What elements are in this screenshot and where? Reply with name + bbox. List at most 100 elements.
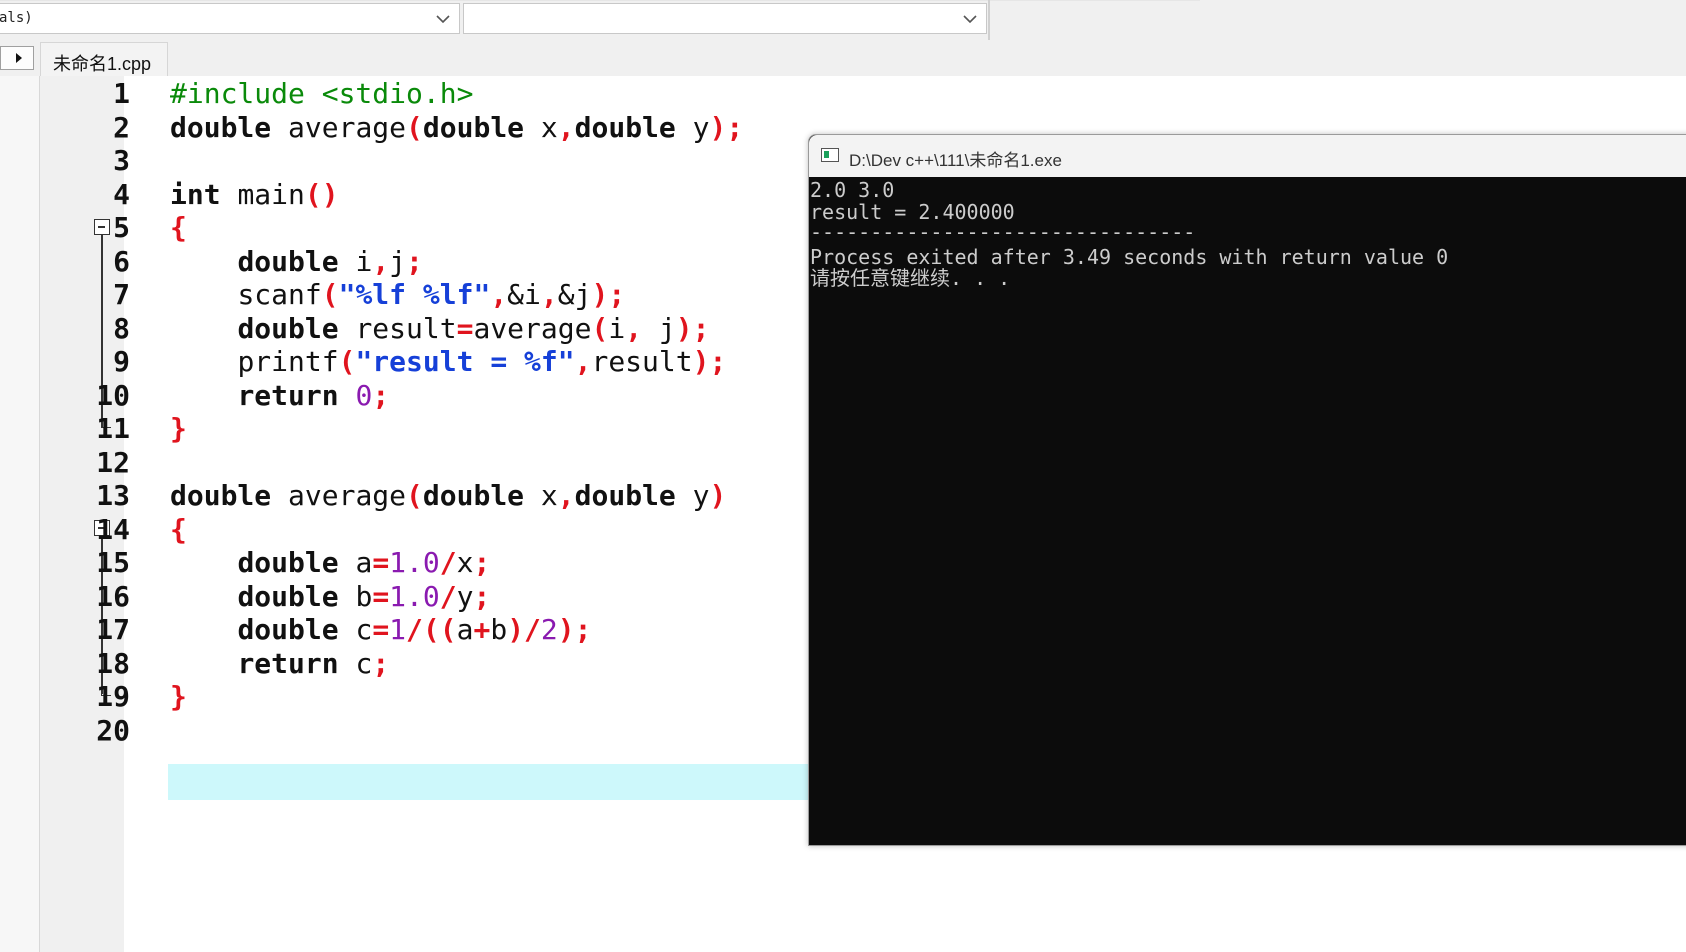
tab-scroll-right-button[interactable] bbox=[0, 46, 34, 70]
number-literal: 2 bbox=[540, 613, 558, 646]
identifier: y bbox=[692, 479, 710, 512]
tab-strip: 未命名1.cpp bbox=[0, 40, 1686, 76]
arrow-right-icon bbox=[16, 53, 22, 63]
keyword: double bbox=[574, 111, 676, 144]
identifier: b bbox=[490, 613, 508, 646]
code-line-6: double i,j; bbox=[237, 245, 423, 278]
keyword: return bbox=[237, 379, 339, 412]
identifier: c bbox=[355, 613, 373, 646]
keyword: double bbox=[574, 479, 676, 512]
console-window[interactable]: D:\Dev c++\111\未命名1.exe 2.0 3.0 result =… bbox=[808, 134, 1686, 846]
code-line-18: return c; bbox=[237, 647, 390, 680]
identifier: j bbox=[389, 245, 407, 278]
line-number: 9 bbox=[113, 345, 130, 378]
console-title: D:\Dev c++\111\未命名1.exe bbox=[849, 151, 1062, 170]
number-literal: 1.0 bbox=[389, 546, 440, 579]
identifier: y bbox=[692, 111, 710, 144]
code-line-5: { bbox=[170, 211, 187, 244]
keyword: double bbox=[237, 245, 339, 278]
code-line-1: #include <stdio.h> bbox=[170, 76, 473, 112]
keyword: double bbox=[237, 312, 339, 345]
code-line-7: scanf("%lf %lf",&i,&j); bbox=[237, 278, 626, 311]
string-literal: "%lf %lf" bbox=[338, 278, 491, 311]
toolbar-frame-edge bbox=[988, 0, 990, 40]
line-number: 5 bbox=[113, 211, 130, 244]
string-literal: "result = %f" bbox=[355, 345, 575, 378]
code-line-2: double average(double x,double y); bbox=[170, 111, 744, 144]
identifier: result bbox=[591, 345, 693, 378]
fold-margin bbox=[124, 76, 168, 952]
number-literal: 1 bbox=[389, 613, 407, 646]
keyword: double bbox=[170, 479, 272, 512]
identifier: i bbox=[355, 245, 373, 278]
line-number: 8 bbox=[113, 312, 130, 345]
number-literal: 1.0 bbox=[389, 580, 440, 613]
class-combo-value: als) bbox=[0, 10, 33, 26]
line-number: 11 bbox=[96, 412, 130, 445]
keyword: double bbox=[422, 111, 525, 144]
identifier: &i bbox=[507, 278, 541, 311]
number-literal: 0 bbox=[355, 379, 373, 412]
code-line-17: double c=1/((a+b)/2); bbox=[237, 613, 592, 646]
line-number: 3 bbox=[113, 144, 130, 177]
console-output-line: 2.0 3.0 bbox=[810, 178, 895, 202]
code-line-4: int main() bbox=[170, 178, 339, 211]
identifier: &j bbox=[557, 278, 592, 311]
function-name: scanf bbox=[237, 278, 322, 311]
code-line-13: double average(double x,double y) bbox=[170, 479, 727, 512]
line-number: 10 bbox=[96, 379, 130, 412]
keyword: double bbox=[237, 546, 339, 579]
identifier: a bbox=[355, 546, 373, 579]
code-line-15: double a=1.0/x; bbox=[237, 546, 491, 579]
console-title-bar[interactable]: D:\Dev c++\111\未命名1.exe bbox=[809, 135, 1686, 177]
console-output-line: Process exited after 3.49 seconds with r… bbox=[810, 245, 1449, 269]
keyword: double bbox=[170, 111, 272, 144]
line-number: 19 bbox=[96, 680, 130, 713]
function-name: average bbox=[288, 479, 407, 512]
chevron-down-icon[interactable] bbox=[435, 12, 451, 26]
identifier: result bbox=[355, 312, 457, 345]
toolbar: als) bbox=[0, 0, 1686, 40]
identifier: y bbox=[456, 580, 474, 613]
line-number: 15 bbox=[96, 546, 130, 579]
function-name: average bbox=[473, 312, 592, 345]
console-separator: -------------------------------- bbox=[810, 220, 1196, 244]
line-number: 6 bbox=[113, 245, 130, 278]
project-panel-edge bbox=[0, 76, 40, 952]
line-number: 7 bbox=[113, 278, 130, 311]
line-number: 4 bbox=[113, 178, 130, 211]
function-name: main bbox=[237, 178, 305, 211]
identifier: c bbox=[355, 647, 373, 680]
console-output-line: 请按任意键继续. . . bbox=[810, 266, 1011, 290]
class-combo-box[interactable]: als) bbox=[0, 3, 460, 34]
console-output[interactable]: 2.0 3.0 result = 2.400000 --------------… bbox=[809, 177, 1686, 845]
identifier: x bbox=[540, 479, 558, 512]
line-number: 2 bbox=[113, 111, 130, 144]
chevron-down-icon[interactable] bbox=[962, 12, 978, 26]
function-name: average bbox=[288, 111, 407, 144]
member-combo-box[interactable] bbox=[463, 3, 987, 34]
identifier: j bbox=[658, 312, 676, 345]
code-line-14: { bbox=[170, 513, 187, 546]
identifier: a bbox=[456, 613, 474, 646]
function-name: printf bbox=[237, 345, 339, 378]
line-number: 12 bbox=[96, 446, 130, 479]
tab-file[interactable]: 未命名1.cpp bbox=[40, 42, 168, 76]
line-number: 20 bbox=[96, 714, 130, 747]
line-number: 1 bbox=[113, 77, 130, 110]
line-number: 18 bbox=[96, 647, 130, 680]
line-number: 14 bbox=[96, 513, 130, 546]
code-line-16: double b=1.0/y; bbox=[237, 580, 491, 613]
keyword: double bbox=[237, 580, 339, 613]
code-line-19: } bbox=[170, 680, 187, 713]
identifier: x bbox=[456, 546, 474, 579]
line-number: 16 bbox=[96, 580, 130, 613]
identifier: b bbox=[355, 580, 373, 613]
line-number: 17 bbox=[96, 613, 130, 646]
identifier: i bbox=[608, 312, 626, 345]
identifier: x bbox=[540, 111, 558, 144]
code-line-9: printf("result = %f",result); bbox=[237, 345, 727, 378]
keyword: double bbox=[237, 613, 339, 646]
code-line-8: double result=average(i, j); bbox=[237, 312, 710, 345]
keyword: int bbox=[170, 178, 221, 211]
